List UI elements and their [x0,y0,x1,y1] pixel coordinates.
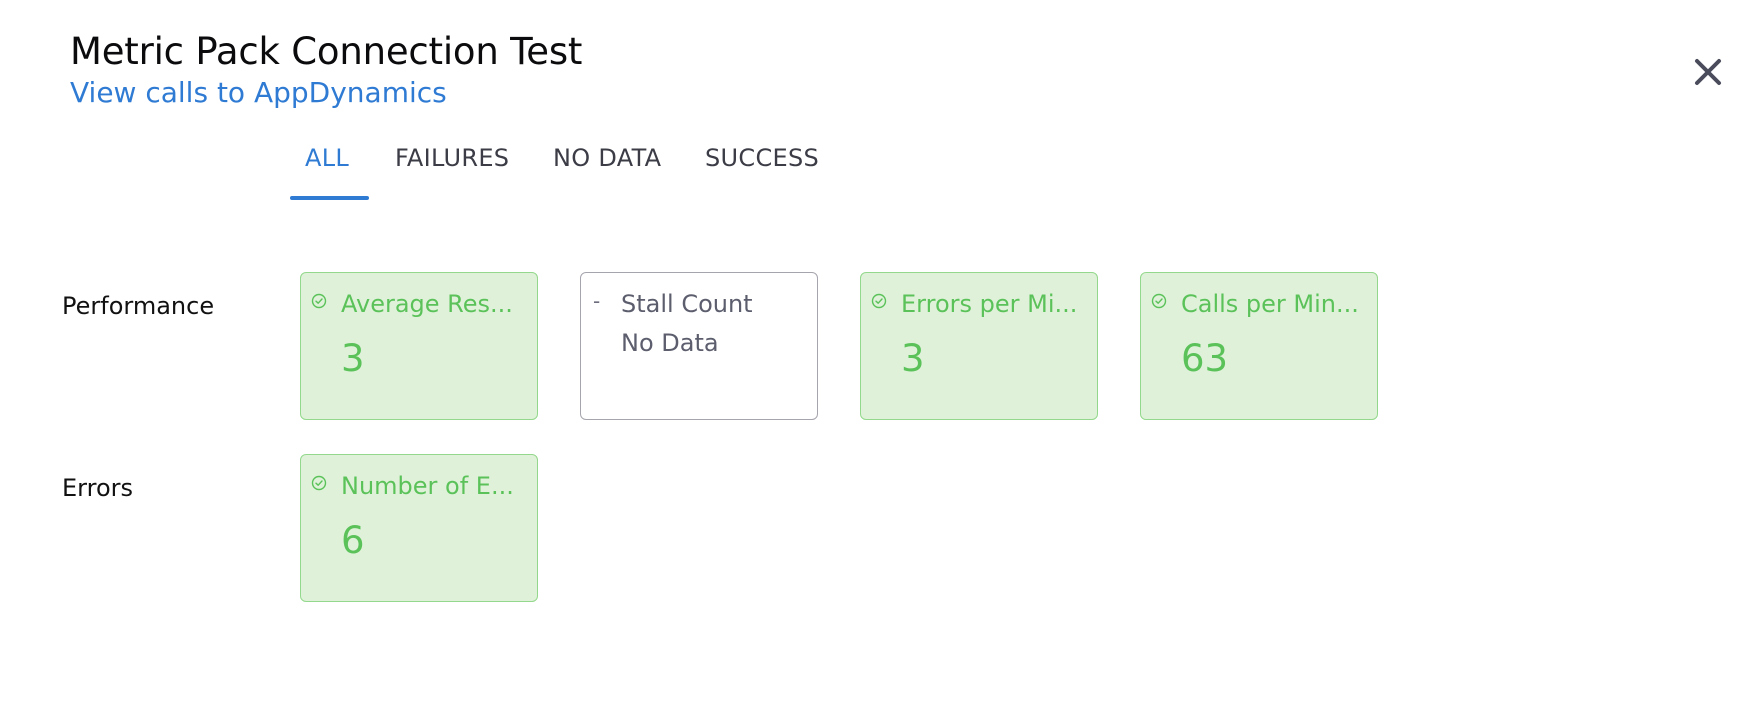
dialog-title: Metric Pack Connection Test [70,30,583,73]
tab-no-data[interactable]: NO DATA [553,138,661,202]
tab-failures[interactable]: FAILURES [395,138,509,202]
close-button[interactable] [1688,52,1728,92]
tab-success[interactable]: SUCCESS [705,138,819,202]
metric-name: Average Res... [341,290,513,318]
check-circle-icon [311,475,327,491]
metric-name: Calls per Min... [1181,290,1359,318]
metric-name: Errors per Mi... [901,290,1078,318]
metric-value: No Data [621,329,719,357]
view-calls-link[interactable]: View calls to AppDynamics [70,76,447,109]
group-label-performance: Performance [62,292,215,320]
dash-icon: - [593,289,601,313]
active-tab-indicator [290,196,369,200]
metric-value: 3 [341,337,365,380]
metric-card-average-response[interactable]: Average Res... 3 [300,272,538,420]
close-icon [1695,59,1721,85]
metric-card-number-of-errors[interactable]: Number of E... 6 [300,454,538,602]
metric-value: 3 [901,337,925,380]
metric-name: Number of E... [341,472,514,500]
metric-value: 63 [1181,337,1229,380]
metric-card-stall-count[interactable]: - Stall Count No Data [580,272,818,420]
metric-value: 6 [341,519,365,562]
metric-name: Stall Count [621,290,753,318]
metric-card-errors-per-minute[interactable]: Errors per Mi... 3 [860,272,1098,420]
check-circle-icon [871,293,887,309]
check-circle-icon [1151,293,1167,309]
tab-all[interactable]: ALL [305,138,349,202]
check-circle-icon [311,293,327,309]
group-label-errors: Errors [62,474,134,502]
metric-card-calls-per-minute[interactable]: Calls per Min... 63 [1140,272,1378,420]
